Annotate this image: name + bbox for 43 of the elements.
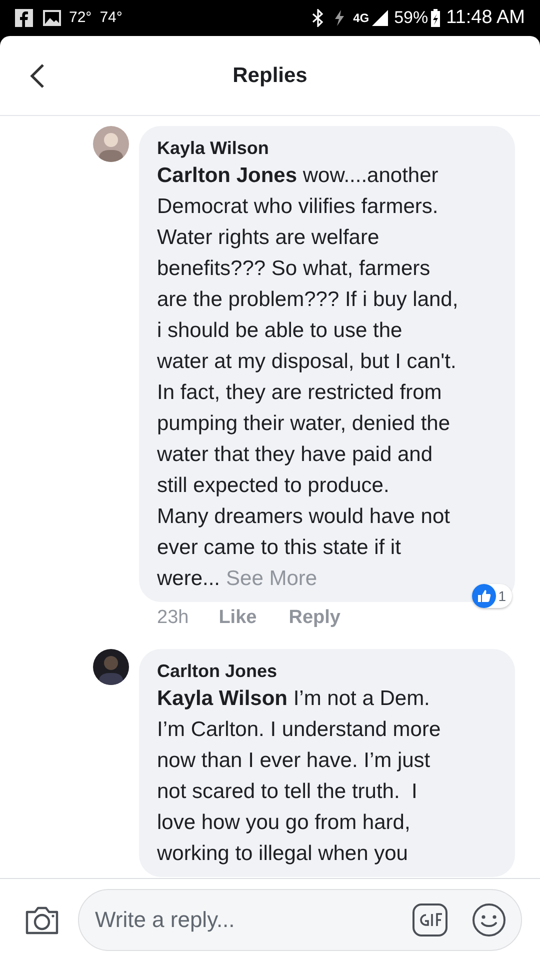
image-icon (43, 10, 61, 26)
like-button[interactable]: Like (218, 604, 257, 632)
comment-text: Kayla Wilson I’m not a Dem. (157, 686, 431, 712)
battery-percent: 59% (394, 7, 428, 30)
comment-text: pumping their water, denied the (157, 411, 452, 437)
comment-text: Democrat who vilifies farmers. (157, 194, 440, 220)
temperature: 72° (69, 8, 92, 28)
emoji-icon[interactable] (472, 902, 506, 936)
clock: 11:48 AM (446, 6, 525, 30)
comment-text: water at my disposal, but I can't. (157, 349, 458, 375)
comment-text: Many dreamers would have not (157, 504, 451, 530)
author-name[interactable]: Carlton Jones (157, 659, 507, 683)
back-icon[interactable] (29, 62, 45, 88)
page-title: Replies (232, 62, 308, 89)
comment-text: are the problem??? If i buy land, (157, 287, 460, 313)
reply-button[interactable]: Reply (288, 604, 340, 632)
comment-text: still expected to produce. (157, 473, 390, 499)
comment-text: Carlton Jones wow....another (157, 163, 440, 189)
comment-text: ever came to this state if it (157, 535, 402, 561)
temperature: 74° (100, 8, 122, 28)
comment-text: were... (157, 566, 220, 592)
comment-text: water that they have paid and (157, 442, 434, 468)
comment-text: I’m Carlton. I understand more (157, 717, 442, 743)
avatar[interactable] (93, 649, 129, 685)
comment-text: love how you go from hard, (157, 810, 412, 836)
comment-time: 23h (157, 606, 189, 630)
author-name[interactable]: Kayla Wilson (157, 136, 507, 160)
comment-text: working to illegal when you (157, 841, 409, 867)
comment-text: now than I ever have. I’m just (157, 748, 432, 774)
signal-icon (371, 9, 390, 27)
comment-text: Water rights are welfare (157, 225, 380, 251)
gif-icon[interactable] (412, 902, 448, 936)
thumbs-up-icon (472, 584, 496, 608)
network-type: 4G (353, 10, 370, 27)
battery-icon (431, 9, 440, 27)
comment-text: not scared to tell the truth. I (157, 779, 418, 805)
comment-text: benefits??? So what, farmers (157, 256, 432, 282)
comment-text: i should be able to use the (157, 318, 404, 344)
reply-input-field[interactable]: Write a reply... (78, 888, 522, 950)
bluetooth-icon (311, 9, 326, 27)
app-icon (15, 9, 33, 27)
reaction-count-badge[interactable]: 1 (472, 584, 512, 608)
comment-text: In fact, they are restricted from (157, 380, 443, 406)
